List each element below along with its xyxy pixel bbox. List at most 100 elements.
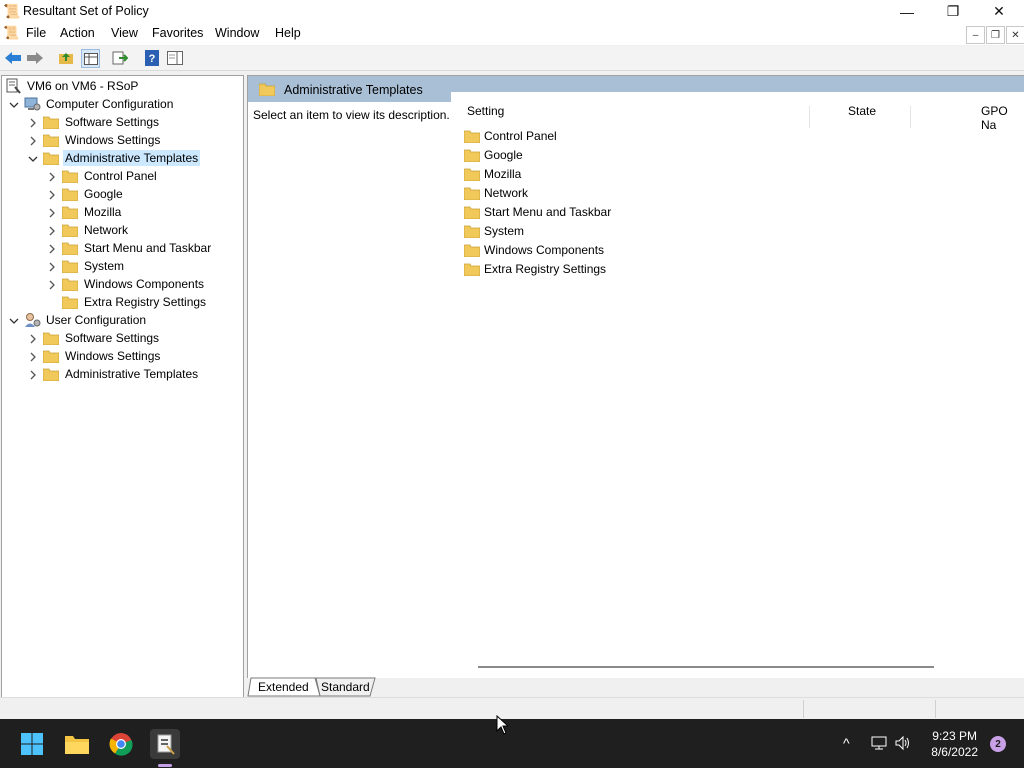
list-item[interactable]: Mozilla	[464, 165, 521, 183]
column-header-gpo-name[interactable]: GPO Na	[981, 104, 1024, 132]
tree-control-panel[interactable]: Control Panel	[62, 167, 157, 185]
settings-list[interactable]: Setting State GPO Na Control Panel Googl…	[451, 92, 1024, 678]
forward-arrow-icon	[27, 52, 43, 64]
list-item[interactable]: System	[464, 222, 524, 240]
column-divider[interactable]	[910, 106, 911, 128]
list-item[interactable]: Control Panel	[464, 127, 557, 145]
child-minimize-button[interactable]: –	[966, 26, 985, 44]
chevron-right-icon[interactable]	[47, 226, 57, 236]
tree-user-configuration[interactable]: User Configuration	[24, 311, 146, 329]
up-one-level-button[interactable]	[57, 49, 75, 67]
child-close-button[interactable]: ✕	[1006, 26, 1024, 44]
rsop-menu-icon[interactable]: 📜	[3, 25, 19, 41]
description-text: Select an item to view its description.	[253, 108, 450, 122]
tree-computer-administrative-templates[interactable]: Administrative Templates	[43, 149, 201, 167]
help-button[interactable]: ?	[143, 49, 161, 67]
list-item[interactable]: Google	[464, 146, 523, 164]
horizontal-scrollbar[interactable]	[478, 666, 934, 668]
folder-icon	[43, 332, 59, 345]
tree-user-administrative-templates[interactable]: Administrative Templates	[43, 365, 198, 383]
back-button[interactable]	[4, 49, 22, 67]
menu-file[interactable]: File	[26, 26, 46, 40]
chevron-right-icon[interactable]	[28, 370, 38, 380]
network-icon[interactable]	[870, 735, 888, 751]
list-item[interactable]: Network	[464, 184, 528, 202]
child-restore-button[interactable]: ❐	[986, 26, 1005, 44]
tree-computer-windows-settings[interactable]: Windows Settings	[43, 131, 160, 149]
menu-view[interactable]: View	[111, 26, 138, 40]
list-item[interactable]: Extra Registry Settings	[464, 260, 606, 278]
chrome-button[interactable]	[106, 729, 136, 759]
tree-label: Software Settings	[65, 115, 160, 129]
chevron-right-icon[interactable]	[28, 352, 38, 362]
list-item[interactable]: Start Menu and Taskbar	[464, 203, 611, 221]
clock[interactable]: 9:23 PM 8/6/2022	[931, 728, 978, 760]
folder-icon	[43, 116, 59, 129]
chevron-right-icon[interactable]	[28, 136, 38, 146]
list-item-label: Control Panel	[484, 129, 557, 143]
tree-system[interactable]: System	[62, 257, 124, 275]
help-book-icon: ?	[145, 50, 159, 66]
column-header-state[interactable]: State	[848, 104, 876, 118]
folder-icon	[43, 350, 59, 363]
chevron-up-icon[interactable]: ^	[843, 735, 850, 751]
tree-computer-software-settings[interactable]: Software Settings	[43, 113, 159, 131]
folder-icon	[62, 224, 78, 237]
tree-root[interactable]: VM6 on VM6 - RSoP	[5, 77, 138, 95]
user-config-icon	[25, 313, 41, 327]
maximize-button[interactable]: ❐	[930, 0, 976, 23]
close-button[interactable]: ✕	[976, 0, 1022, 23]
console-tree[interactable]: VM6 on VM6 - RSoP Computer Configuration…	[1, 75, 244, 698]
minimize-button[interactable]: —	[884, 0, 930, 23]
tree-google[interactable]: Google	[62, 185, 123, 203]
chevron-down-icon[interactable]	[9, 316, 19, 326]
details-header-title: Administrative Templates	[284, 83, 423, 97]
list-item[interactable]: Windows Components	[464, 241, 604, 259]
tree-start-menu-and-taskbar[interactable]: Start Menu and Taskbar	[62, 239, 211, 257]
rsop-taskbar-button[interactable]	[150, 729, 180, 759]
column-header-setting[interactable]: Setting	[467, 104, 504, 118]
tab-standard[interactable]: Standard	[321, 679, 370, 695]
chevron-right-icon[interactable]	[47, 190, 57, 200]
chevron-down-icon[interactable]	[28, 154, 38, 164]
show-hide-tree-button[interactable]	[81, 49, 100, 68]
tree-extra-registry-settings[interactable]: Extra Registry Settings	[62, 293, 206, 311]
export-list-icon	[112, 51, 128, 65]
folder-icon	[464, 206, 480, 219]
chevron-right-icon[interactable]	[47, 208, 57, 218]
chevron-right-icon[interactable]	[28, 334, 38, 344]
tree-network[interactable]: Network	[62, 221, 128, 239]
menu-favorites[interactable]: Favorites	[152, 26, 203, 40]
tree-root-label: VM6 on VM6 - RSoP	[27, 79, 139, 93]
export-list-button[interactable]	[111, 49, 129, 67]
tree-mozilla[interactable]: Mozilla	[62, 203, 121, 221]
file-explorer-button[interactable]	[62, 729, 92, 759]
chevron-right-icon[interactable]	[47, 262, 57, 272]
close-icon: ✕	[993, 3, 1005, 19]
tree-computer-configuration[interactable]: Computer Configuration	[24, 95, 173, 113]
start-button[interactable]	[17, 729, 47, 759]
action-pane-button[interactable]	[166, 49, 184, 67]
column-divider[interactable]	[809, 106, 810, 128]
clock-date: 8/6/2022	[931, 745, 978, 759]
menu-action[interactable]: Action	[60, 26, 95, 40]
volume-icon[interactable]	[894, 735, 912, 751]
list-item-label: Extra Registry Settings	[484, 262, 607, 276]
tree-label: Computer Configuration	[46, 97, 174, 111]
tab-extended[interactable]: Extended	[258, 679, 309, 695]
forward-button[interactable]	[26, 49, 44, 67]
tree-windows-components[interactable]: Windows Components	[62, 275, 204, 293]
chevron-right-icon[interactable]	[47, 280, 57, 290]
tree-user-windows-settings[interactable]: Windows Settings	[43, 347, 160, 365]
menu-window[interactable]: Window	[215, 26, 259, 40]
active-app-indicator	[158, 764, 172, 767]
chevron-right-icon[interactable]	[47, 244, 57, 254]
tree-user-software-settings[interactable]: Software Settings	[43, 329, 159, 347]
rsop-scroll-icon	[157, 734, 175, 755]
notification-badge[interactable]: 2	[990, 736, 1006, 752]
menu-help[interactable]: Help	[275, 26, 301, 40]
chevron-right-icon[interactable]	[28, 118, 38, 128]
chevron-down-icon[interactable]	[9, 100, 19, 110]
toolbar: ?	[0, 46, 1024, 71]
chevron-right-icon[interactable]	[47, 172, 57, 182]
